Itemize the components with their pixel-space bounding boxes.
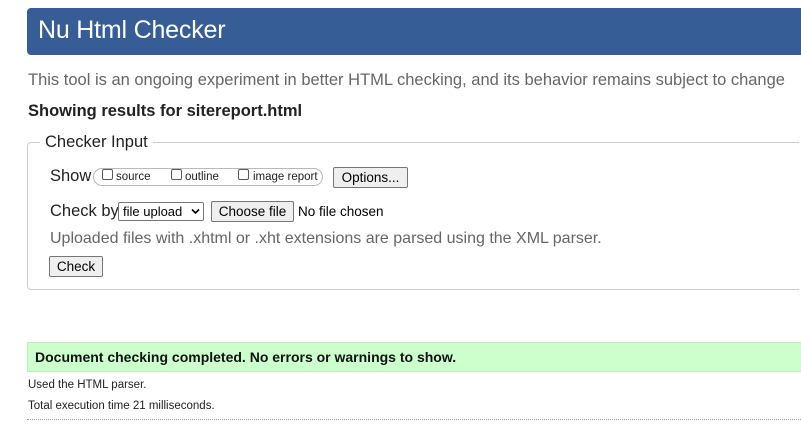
show-label: Show [50, 167, 92, 185]
source-checkbox[interactable] [102, 169, 113, 180]
tagline: This tool is an ongoing experiment in be… [28, 71, 785, 89]
choose-file-button[interactable]: Choose file [211, 201, 294, 222]
chevron-down-icon [191, 208, 200, 215]
xml-parser-hint: Uploaded files with .xhtml or .xht exten… [50, 230, 602, 247]
options-button[interactable]: Options... [333, 167, 408, 188]
divider [27, 419, 801, 420]
success-message-box: Document checking completed. No errors o… [27, 342, 801, 372]
image-report-checkbox[interactable] [238, 169, 249, 180]
check-by-select-value: file upload [123, 204, 183, 219]
image-report-checkbox-label[interactable]: image report [253, 171, 318, 183]
execution-time: Total execution time 21 milliseconds. [28, 400, 215, 412]
source-checkbox-label[interactable]: source [116, 171, 151, 183]
parser-note: Used the HTML parser. [28, 379, 147, 391]
check-button[interactable]: Check [49, 256, 103, 277]
results-heading: Showing results for sitereport.html [28, 102, 303, 120]
check-by-select[interactable]: file upload [118, 202, 204, 221]
outline-checkbox-label[interactable]: outline [185, 171, 219, 183]
header-bar: Nu Html Checker [27, 8, 801, 55]
checker-input-legend: Checker Input [45, 133, 148, 151]
success-message: Document checking completed. No errors o… [35, 349, 457, 365]
file-status-text: No file chosen [298, 204, 384, 219]
page-title: Nu Html Checker [38, 16, 226, 44]
check-by-label: Check by [50, 202, 119, 220]
outline-checkbox[interactable] [171, 169, 182, 180]
